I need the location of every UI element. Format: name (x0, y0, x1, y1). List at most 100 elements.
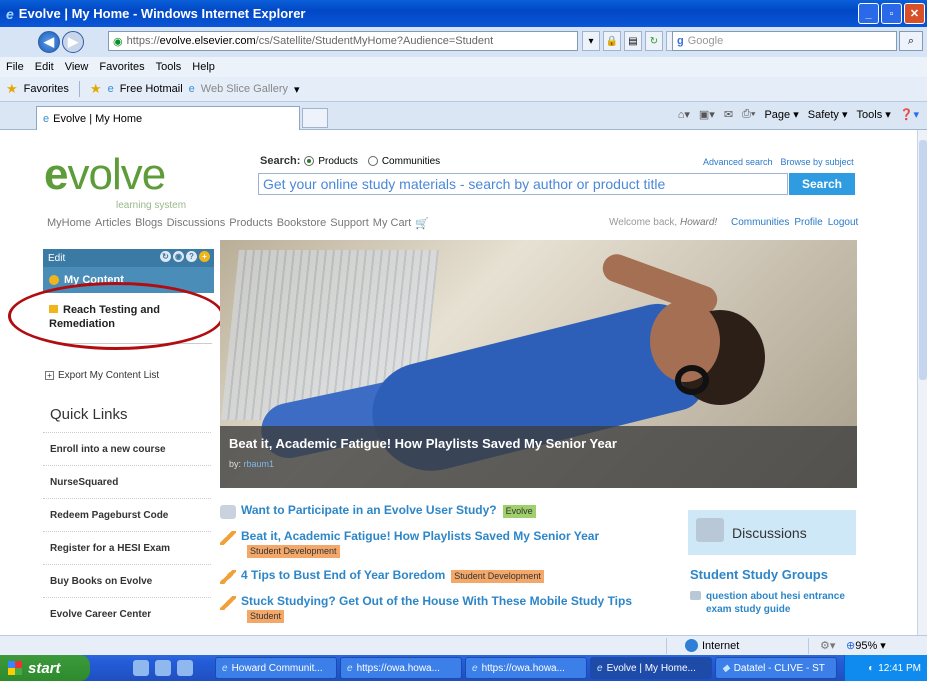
nav-blogs[interactable]: Blogs (135, 217, 163, 230)
quick-link-pageburst[interactable]: Redeem Pageburst Code (43, 498, 211, 531)
zoom-level[interactable]: ⊕95% ▾ (846, 639, 886, 652)
add-favorite-icon[interactable]: ★ (90, 81, 102, 97)
search-icon[interactable]: ⌕ (899, 31, 923, 51)
tag-badge[interactable]: Student Development (247, 545, 340, 558)
home-icon[interactable]: ⌂▾ (678, 108, 690, 121)
quick-link-enroll[interactable]: Enroll into a new course (43, 432, 211, 465)
radio-products[interactable] (304, 156, 315, 166)
window-titlebar: e Evolve | My Home - Windows Internet Ex… (0, 0, 927, 27)
article-item[interactable]: Beat it, Academic Fatigue! How Playlists… (220, 529, 660, 558)
page-menu[interactable]: Page ▾ (764, 108, 798, 121)
view-icon[interactable]: ◉ (173, 251, 184, 262)
safety-menu[interactable]: Safety ▾ (808, 108, 848, 121)
site-search-button[interactable]: Search (789, 173, 855, 195)
taskbar-item[interactable]: e https://owa.howa... (465, 657, 587, 679)
logout-link[interactable]: Logout (828, 217, 859, 228)
taskbar-item[interactable]: ◆ Datatel - CLIVE - ST (715, 657, 837, 679)
back-button[interactable]: ◀ (38, 31, 60, 53)
tools-menu[interactable]: Tools ▾ (857, 108, 891, 121)
compat-view-icon[interactable]: ▤ (624, 31, 642, 51)
address-field[interactable]: ◉ https://evolve.elsevier.com/cs/Satelli… (108, 31, 578, 51)
article-item[interactable]: Want to Participate in an Evolve User St… (220, 503, 660, 519)
discussion-question[interactable]: question about hesi entrance exam study … (690, 590, 858, 616)
lock-icon[interactable]: 🔒 (603, 31, 621, 51)
nav-articles[interactable]: Articles (95, 217, 131, 230)
hero-author-link[interactable]: rbaum1 (244, 459, 275, 469)
help-icon[interactable]: ? (186, 251, 197, 262)
new-tab-button[interactable] (302, 108, 328, 128)
study-groups-title[interactable]: Student Study Groups (690, 567, 828, 582)
favorite-free-hotmail[interactable]: Free Hotmail (120, 83, 183, 95)
vertical-scrollbar[interactable] (917, 130, 927, 635)
evolve-logo[interactable]: evolve (44, 150, 166, 200)
refresh-icon[interactable]: ↻ (160, 251, 171, 262)
tag-badge[interactable]: Student Development (451, 570, 544, 583)
menu-help[interactable]: Help (192, 61, 215, 73)
chevron-down-icon[interactable]: ▾ (294, 83, 300, 96)
quick-link-career[interactable]: Evolve Career Center (43, 597, 211, 630)
clock[interactable]: 12:41 PM (878, 663, 921, 674)
protected-mode-icon[interactable]: ⚙▾ (820, 639, 835, 652)
advanced-search-link[interactable]: Advanced search (703, 157, 773, 167)
mail-icon[interactable]: ✉ (724, 108, 733, 121)
refresh-icon[interactable]: ↻ (645, 31, 663, 51)
nav-my-cart[interactable]: My Cart (373, 217, 412, 230)
nav-bookstore[interactable]: Bookstore (277, 217, 327, 230)
dropdown-icon[interactable]: ▾ (582, 31, 600, 51)
desktop-icon[interactable] (133, 660, 149, 676)
hero-title[interactable]: Beat it, Academic Fatigue! How Playlists… (229, 436, 848, 451)
scroll-thumb[interactable] (919, 140, 927, 380)
tag-badge[interactable]: Evolve (502, 505, 536, 518)
minimize-button[interactable]: _ (858, 3, 879, 24)
taskbar-item[interactable]: e https://owa.howa... (340, 657, 462, 679)
taskbar-item[interactable]: e Howard Communit... (215, 657, 337, 679)
tab-evolve-home[interactable]: e Evolve | My Home (36, 106, 300, 130)
nav-support[interactable]: Support (330, 217, 369, 230)
browse-subject-link[interactable]: Browse by subject (781, 157, 854, 167)
maximize-button[interactable]: ▫ (881, 3, 902, 24)
menu-file[interactable]: File (6, 61, 24, 73)
taskbar-item-active[interactable]: e Evolve | My Home... (590, 657, 712, 679)
help-icon[interactable]: ❓▾ (900, 108, 919, 121)
close-button[interactable]: ✕ (904, 3, 925, 24)
divider (808, 638, 809, 654)
network-icon[interactable]: ◐ (868, 663, 874, 674)
feeds-icon[interactable]: ▣▾ (699, 108, 715, 121)
edit-link[interactable]: Edit (48, 253, 65, 264)
search-input[interactable]: g Google (672, 31, 897, 51)
article-item[interactable]: 4 Tips to Bust End of Year Boredom Studen… (220, 568, 660, 584)
communities-link[interactable]: Communities (731, 217, 789, 228)
radio-communities[interactable] (367, 156, 378, 166)
quick-link-buy-books[interactable]: Buy Books on Evolve (43, 564, 211, 597)
firefox-icon[interactable] (177, 660, 193, 676)
site-search-input[interactable]: Get your online study materials - search… (258, 173, 788, 195)
tag-badge[interactable]: Student (247, 610, 285, 623)
quick-link-hesi[interactable]: Register for a HESI Exam (43, 531, 211, 564)
menu-edit[interactable]: Edit (35, 61, 54, 73)
cart-icon[interactable]: 🛒 (415, 217, 429, 230)
menu-view[interactable]: View (65, 61, 89, 73)
menu-tools[interactable]: Tools (156, 61, 182, 73)
collapse-icon[interactable] (49, 275, 59, 285)
ie-icon[interactable] (155, 660, 171, 676)
security-zone[interactable]: Internet (685, 639, 739, 652)
favorite-web-slice-gallery[interactable]: Web Slice Gallery (201, 83, 288, 95)
window-title: Evolve | My Home - Windows Internet Expl… (18, 6, 306, 21)
hero-banner[interactable]: Beat it, Academic Fatigue! How Playlists… (220, 240, 857, 488)
quick-link-nursesquared[interactable]: NurseSquared (43, 465, 211, 498)
favorites-button[interactable]: Favorites (24, 83, 69, 95)
start-button[interactable]: start (0, 655, 90, 681)
forward-button[interactable]: ▶ (62, 31, 84, 53)
article-item[interactable]: Stuck Studying? Get Out of the House Wit… (220, 594, 660, 623)
discussions-box[interactable]: Discussions (688, 510, 856, 555)
quick-launch (133, 660, 193, 676)
nav-myhome[interactable]: MyHome (47, 217, 91, 230)
profile-link[interactable]: Profile (794, 217, 822, 228)
nav-discussions[interactable]: Discussions (167, 217, 226, 230)
menu-favorites[interactable]: Favorites (99, 61, 144, 73)
status-bar: Internet ⚙▾ ⊕95% ▾ (0, 635, 927, 655)
add-icon[interactable]: + (199, 251, 210, 262)
print-icon[interactable]: ⎙▾ (742, 108, 755, 121)
nav-products[interactable]: Products (229, 217, 272, 230)
export-content-list[interactable]: + Export My Content List (45, 370, 159, 381)
